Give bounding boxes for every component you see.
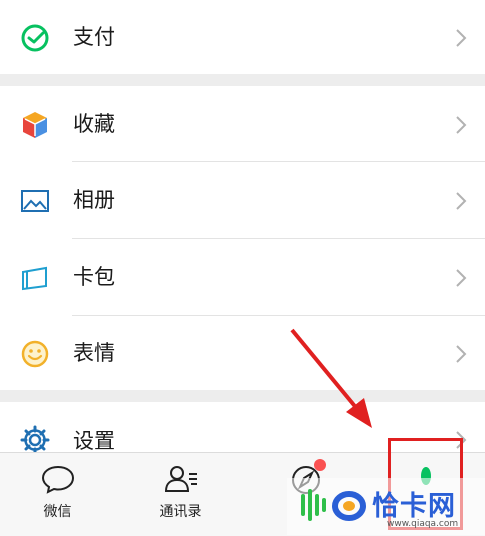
cube-icon bbox=[23, 112, 47, 138]
menu-item-label: 收藏 bbox=[73, 112, 115, 136]
notification-dot bbox=[314, 459, 326, 471]
menu-item-album[interactable]: 相册 bbox=[0, 162, 485, 238]
section-gap bbox=[0, 74, 485, 86]
chat-bubble-icon bbox=[41, 465, 74, 494]
menu-item-stickers[interactable]: 表情 bbox=[0, 316, 485, 390]
chevron-right-icon bbox=[456, 116, 467, 134]
section-gap bbox=[0, 390, 485, 402]
tab-contacts[interactable]: 通讯录 bbox=[133, 453, 228, 536]
smile-icon bbox=[21, 340, 49, 368]
watermark-url: www.qiaqa.com bbox=[387, 519, 459, 529]
image-icon bbox=[21, 190, 49, 212]
watermark-title: 恰卡网 bbox=[372, 491, 456, 522]
menu-item-label: 设置 bbox=[73, 429, 115, 452]
menu-item-payment[interactable]: 支付 bbox=[0, 0, 485, 74]
menu-item-label: 支付 bbox=[73, 25, 115, 49]
chevron-right-icon bbox=[456, 29, 467, 47]
menu-item-label: 表情 bbox=[73, 341, 115, 365]
tab-label: 通讯录 bbox=[159, 504, 202, 520]
watermark: 恰卡网 www.qiaqa.com bbox=[287, 478, 485, 535]
payment-icon bbox=[21, 24, 49, 52]
chevron-right-icon bbox=[456, 345, 467, 363]
menu-item-favorites[interactable]: 收藏 bbox=[0, 86, 485, 162]
gear-icon bbox=[20, 425, 50, 452]
tab-label: 微信 bbox=[43, 504, 72, 520]
contacts-icon bbox=[164, 466, 197, 492]
watermark-logo-icon bbox=[301, 489, 366, 521]
menu-item-label: 相册 bbox=[73, 188, 115, 212]
tab-chats[interactable]: 微信 bbox=[10, 453, 105, 536]
menu-item-label: 卡包 bbox=[73, 265, 115, 289]
menu-item-cards[interactable]: 卡包 bbox=[0, 239, 485, 315]
card-icon bbox=[22, 266, 47, 291]
chevron-right-icon bbox=[456, 192, 467, 210]
chevron-right-icon bbox=[456, 269, 467, 287]
